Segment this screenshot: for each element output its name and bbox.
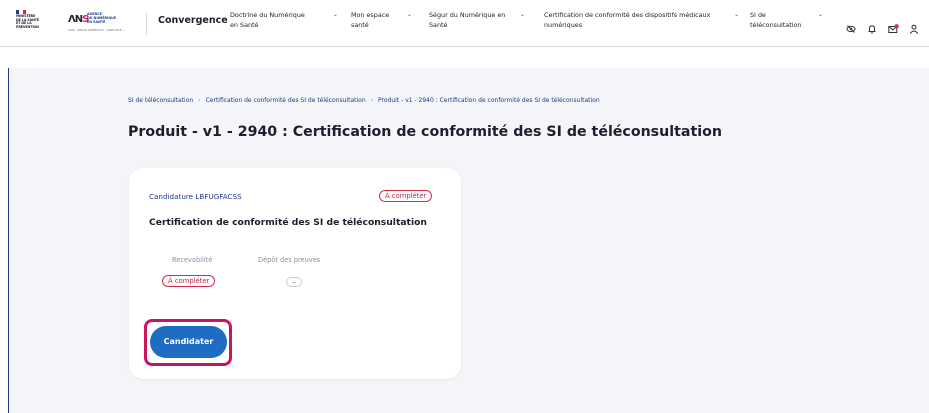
- step-label-recevabilite: Recevabilité: [172, 256, 213, 264]
- nav-item-label: SI de: [750, 11, 766, 19]
- nav-item-segur[interactable]: Ségur du Numérique en Santé ⌄: [429, 10, 529, 30]
- candidater-button[interactable]: Candidater: [150, 326, 227, 358]
- eye-off-icon[interactable]: [846, 19, 856, 33]
- status-badge: À compléter: [379, 190, 433, 202]
- breadcrumb-separator: ›: [370, 97, 374, 104]
- republique-francaise-logo[interactable]: MINISTÈRE DE LA SANTÉ ET DE LA PRÉVENTIO…: [16, 10, 46, 36]
- nav-item-label: santé: [351, 21, 369, 29]
- bell-icon[interactable]: [867, 19, 877, 34]
- ans-logo[interactable]: ΛNS AGENCE DU NUMÉRIQUE EN SANTÉ DATA · …: [68, 11, 124, 35]
- card-title: Certification de conformité des SI de té…: [149, 217, 427, 228]
- mail-notification-icon[interactable]: [888, 19, 899, 33]
- nav-item-si-teleconsultation[interactable]: SI de téléconsultation ⌄: [750, 10, 826, 30]
- ans-logo-line: EN SANTÉ: [87, 19, 106, 24]
- ans-logo-tagline: DATA · ESPACE NUMÉRIQUE · CONFIANCE ✓: [68, 29, 125, 32]
- nav-item-label: Doctrine du Numérique: [230, 11, 305, 19]
- header-icons: [846, 19, 919, 34]
- breadcrumb-separator: ›: [198, 97, 201, 104]
- breadcrumb-current: Produit - v1 - 2940 : Certification de c…: [378, 97, 600, 104]
- nav-item-mon-espace-sante[interactable]: Mon espace santé ⌄: [351, 10, 419, 30]
- step-status-empty: –: [286, 277, 302, 287]
- chevron-down-icon: ⌄: [333, 11, 339, 18]
- chevron-down-icon: ⌄: [520, 11, 526, 18]
- chevron-down-icon: ⌄: [407, 11, 413, 18]
- nav-item-certification-dm[interactable]: Certification de conformité des disposit…: [544, 10, 744, 30]
- page-title: Produit - v1 - 2940 : Certification de c…: [128, 124, 722, 140]
- breadcrumb: SI de téléconsultation › Certification de …: [128, 97, 600, 104]
- chevron-down-icon: ⌄: [734, 11, 740, 18]
- nav-item-label: Certification de conformité des disposit…: [544, 11, 711, 19]
- nav-item-label: Santé: [429, 21, 448, 29]
- user-icon[interactable]: [909, 19, 919, 34]
- header-divider: [146, 13, 147, 35]
- nav-item-label: Ségur du Numérique en: [429, 11, 506, 19]
- step-status-badge: À compléter: [162, 275, 216, 287]
- ans-mark-icon: ΛNS: [68, 14, 89, 25]
- breadcrumb-link[interactable]: Certification de conformité des SI de té…: [206, 97, 366, 104]
- nav-item-doctrine[interactable]: Doctrine du Numérique en Santé ⌄: [230, 10, 340, 30]
- brand-name[interactable]: Convergence: [158, 15, 228, 26]
- nav-item-label: en Santé: [230, 21, 259, 29]
- chevron-down-icon: ⌄: [818, 11, 824, 18]
- nav-item-label: numériques: [544, 21, 583, 29]
- breadcrumb-link[interactable]: SI de téléconsultation: [128, 97, 193, 104]
- candidature-label[interactable]: Candidature LBFUGFACSS: [149, 192, 242, 201]
- rf-logo-line: ET DE LA PRÉVENTION: [16, 21, 39, 29]
- nav-item-label: téléconsultation: [750, 21, 802, 29]
- top-header: MINISTÈRE DE LA SANTÉ ET DE LA PRÉVENTIO…: [0, 0, 929, 47]
- step-label-depot-preuves: Dépôt des preuves: [258, 256, 321, 264]
